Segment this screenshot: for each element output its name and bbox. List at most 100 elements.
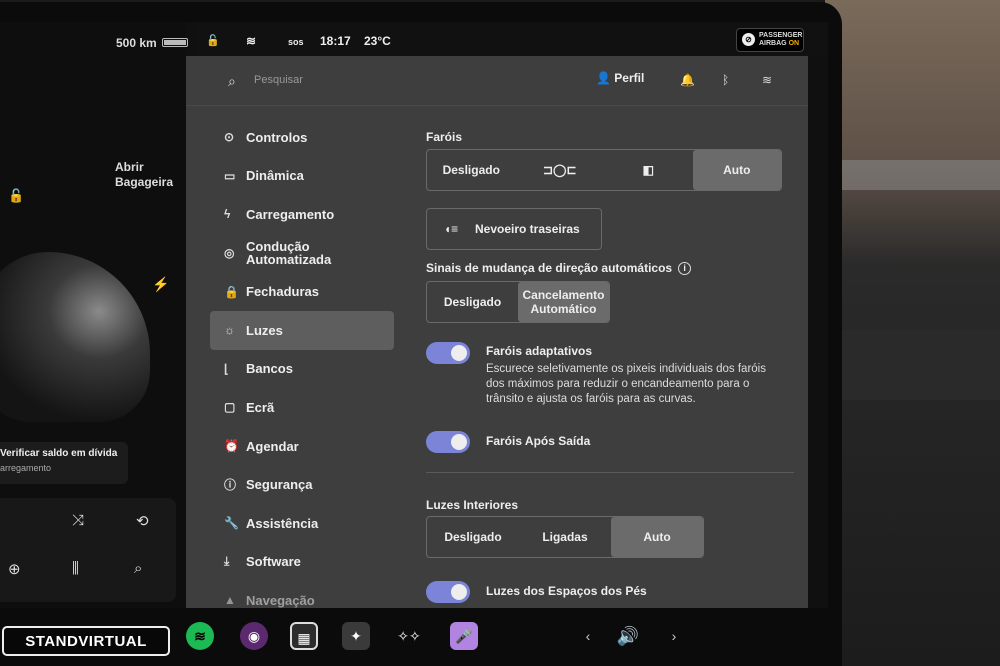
turn-signal-title-text: Sinais de mudança de direção automáticos (426, 261, 673, 275)
headlights-parking-option[interactable]: ⊐◯⊏ (516, 150, 605, 190)
sidebar-item-ecra[interactable]: ▢ Ecrã (210, 388, 394, 427)
rear-fog-label: Nevoeiro traseiras (475, 222, 580, 236)
range-label: 500 km (116, 36, 157, 50)
parking-lights-icon: ⊐◯⊏ (542, 163, 577, 177)
karaoke-app-icon[interactable]: 🎤 (450, 622, 478, 650)
camera-app-icon[interactable]: ◉ (240, 622, 268, 650)
car-icon: ▭ (224, 168, 236, 183)
car-status-panel: 500 km Abrir Bagageira 🔓 ⚡ Verificar sal… (0, 22, 188, 608)
sidebar-item-label: Ecrã (246, 399, 275, 415)
headlights-title: Faróis (426, 130, 463, 144)
bell-icon[interactable]: 🔔 (680, 73, 695, 87)
section-divider (426, 472, 794, 473)
sidebar-item-seguranca[interactable]: ⓘ Segurança (210, 465, 394, 504)
alert-icon: ⓘ (224, 478, 237, 493)
interior-off-option[interactable]: Desligado (427, 517, 519, 557)
headlights-lowbeam-option[interactable]: ◧ (604, 150, 693, 190)
sidebar-item-navegacao[interactable]: ▲ Navegação (210, 581, 394, 608)
after-exit-headlights-toggle[interactable] (426, 431, 470, 453)
sun-icon: ☼ (224, 323, 235, 338)
chevron-right-icon[interactable]: › (660, 622, 688, 650)
unlocked-icon[interactable]: 🔓 (206, 34, 220, 47)
sidebar-item-label: Luzes (246, 322, 283, 338)
spotify-icon[interactable]: ≋ (186, 622, 214, 650)
interior-on-option[interactable]: Ligadas (519, 517, 611, 557)
volume-icon[interactable]: 🔊 (614, 622, 642, 650)
notice-subtitle: arregamento (0, 463, 52, 473)
car-image (0, 252, 150, 422)
sidebar-item-label: Controlos (246, 129, 308, 145)
chevron-left-icon[interactable]: ‹ (574, 622, 602, 650)
charge-bolt-icon[interactable]: ⚡ (152, 276, 169, 293)
clock: 18:17 (320, 34, 351, 48)
open-trunk-button[interactable]: Abrir Bagageira (115, 160, 185, 190)
search-media-icon[interactable]: ⌕ (134, 560, 142, 577)
calendar-app-icon[interactable]: ▦ (290, 622, 318, 650)
sidebar-item-dinamica[interactable]: ▭ Dinâmica (210, 157, 394, 196)
interior-auto-option[interactable]: Auto (611, 517, 703, 557)
headlights-off-option[interactable]: Desligado (427, 150, 516, 190)
sidebar-item-luzes[interactable]: ☼ Luzes (210, 310, 394, 350)
sidebar-item-agendar[interactable]: ⏰ Agendar (210, 427, 394, 466)
tidal-app-icon[interactable]: ✧✧ (395, 622, 423, 650)
rear-fog-button[interactable]: ◖≡ Nevoeiro traseiras (426, 208, 602, 250)
sidebar-item-assistencia[interactable]: 🔧 Assistência (210, 504, 394, 543)
wrench-icon: 🔧 (224, 516, 239, 531)
sidebar-item-label: Navegação (246, 592, 315, 608)
airbag-line2: AIRBAG (759, 40, 787, 47)
toggle-icon: ⊙ (224, 130, 235, 145)
turn-signal-auto-cancel-option[interactable]: Cancelamento Automático (518, 282, 609, 322)
interior-lights-title: Luzes Interiores (426, 498, 519, 512)
screen-icon: ▢ (224, 400, 236, 415)
headlights-auto-option[interactable]: Auto (692, 150, 781, 190)
footwell-lights-toggle[interactable] (426, 581, 470, 603)
watermark-logo: STANDVIRTUAL (2, 626, 170, 656)
sidebar-item-conducao-automatizada[interactable]: ◎ Condução Automatizada (210, 234, 394, 273)
bluetooth-icon[interactable]: ᛒ (722, 73, 729, 87)
notice-title: Verificar saldo em dívida (0, 448, 118, 459)
adaptive-headlights-toggle[interactable] (426, 342, 470, 364)
sidebar-item-label: Software (246, 554, 301, 570)
equalizer-icon[interactable]: ⫼ (72, 560, 79, 577)
seat-icon: ⌊ (224, 361, 229, 376)
sidebar-item-software[interactable]: ⤓ Software (210, 543, 394, 582)
sidebar-item-bancos[interactable]: ⌊ Bancos (210, 350, 394, 389)
after-exit-headlights-label: Faróis Após Saída (486, 434, 591, 448)
background-vent (830, 330, 1000, 400)
shuffle-icon[interactable]: ⤨ (72, 512, 84, 529)
navigation-icon: ▲ (224, 593, 236, 608)
sos-label[interactable]: sos (288, 37, 304, 47)
toybox-app-icon[interactable]: ✦ (342, 622, 370, 650)
profile-button[interactable]: 👤 Perfil (596, 71, 644, 85)
profile-label: Perfil (614, 71, 645, 85)
sidebar-item-carregamento[interactable]: ϟ Carregamento (210, 195, 394, 234)
balance-notice[interactable]: Verificar saldo em dívida arregamento (0, 442, 128, 484)
turn-signal-title: Sinais de mudança de direção automáticos… (426, 261, 692, 276)
add-icon[interactable]: ⊕ (8, 560, 21, 578)
touchscreen: 500 km Abrir Bagageira 🔓 ⚡ Verificar sal… (0, 22, 828, 608)
sidebar-item-controlos[interactable]: ⊙ Controlos (210, 118, 394, 157)
wifi-status-icon: ≋ (246, 34, 257, 48)
adaptive-headlights-label: Faróis adaptativos (486, 344, 593, 358)
repeat-icon[interactable]: ⟲ (136, 512, 149, 530)
lock-icon: 🔒 (224, 284, 239, 299)
interior-lights-selector: Desligado Ligadas Auto (426, 516, 704, 558)
turn-signal-off-option[interactable]: Desligado (427, 282, 518, 322)
wifi-icon[interactable]: ≋ (762, 73, 772, 87)
unlock-icon[interactable]: 🔓 (8, 188, 24, 204)
sidebar-item-fechaduras[interactable]: 🔒 Fechaduras (210, 272, 394, 311)
sidebar-item-label: Condução Automatizada (246, 239, 332, 268)
steering-wheel-icon: ◎ (224, 245, 235, 260)
search-icon[interactable]: ⌕ (228, 73, 236, 90)
passenger-airbag-indicator: ⊘ PASSENGER AIRBAG ON (736, 28, 804, 52)
settings-header: ⌕ 👤 Perfil 🔔 ᛒ ≋ (186, 56, 808, 106)
adaptive-headlights-description: Escurece seletivamente os pixeis individ… (486, 363, 766, 405)
headlights-selector: Desligado ⊐◯⊏ ◧ Auto (426, 149, 782, 191)
download-icon: ⤓ (224, 554, 230, 569)
background-dashboard (830, 160, 1000, 190)
settings-panel: ⌕ 👤 Perfil 🔔 ᛒ ≋ ⊙ Controlos ▭Dinâmica ϟC… (186, 56, 808, 608)
airbag-state: ON (788, 40, 800, 47)
info-icon[interactable]: i (678, 262, 692, 276)
search-input[interactable] (254, 74, 404, 86)
sidebar-item-label: Carregamento (246, 206, 335, 222)
